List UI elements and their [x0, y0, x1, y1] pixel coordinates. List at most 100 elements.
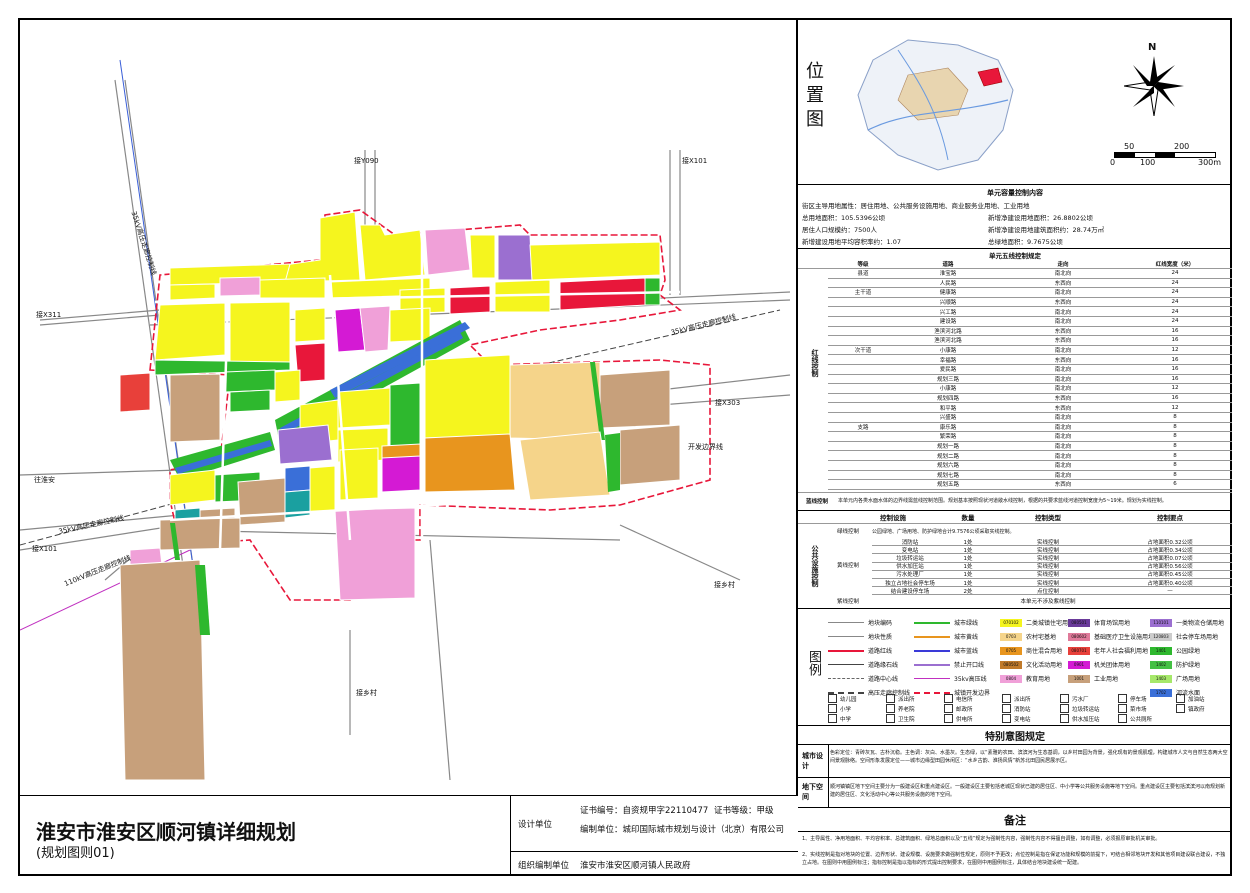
five-lines-cell-dir: 南北向 — [1054, 271, 1072, 278]
legend-line-item: 35kv高压线 — [914, 674, 987, 683]
legend-icon-item: 幼儿园 — [828, 694, 857, 703]
five-lines-cell-grade: 支路 — [857, 424, 869, 431]
capacity-title: 单元容量控制内容 — [987, 189, 1043, 197]
facility-section-label: 公共设施控制 — [811, 545, 819, 587]
legend-label: 公园绿地 — [1176, 648, 1201, 655]
facility-symbol-icon — [1002, 714, 1011, 723]
five-lines-row: 主干道 健康路 南北向 24 — [828, 288, 1232, 298]
planning-map[interactable]: 接Y090 接X101 接X311 接X303 往淮安 接X101 接乡村 接乡… — [20, 20, 798, 795]
legend-swatch: 1401 — [1150, 646, 1172, 655]
five-lines-cell-width: 24 — [1171, 308, 1179, 315]
facility-cell-type: 实线控制 — [1036, 580, 1059, 587]
five-lines-cell-dir: 南北向 — [1054, 386, 1072, 393]
five-lines-cell-grade — [838, 461, 888, 470]
five-lines-row: 人民路 东西向 24 — [828, 279, 1232, 289]
five-lines-cell-road: 渔滨河北路 — [934, 328, 962, 335]
five-lines-cell-dir: 南北向 — [1054, 290, 1072, 297]
legend-label: 养老院 — [898, 706, 915, 713]
legend-label: 教育用地 — [1026, 676, 1051, 683]
legend-landuse-item: 080701 老年人社会福利用地 — [1068, 646, 1148, 655]
org-label: 组织编制单位 — [518, 861, 570, 871]
legend-label: 电信所 — [956, 696, 973, 703]
five-lines-cell-road: 规划四路 — [936, 396, 959, 403]
legend-landuse-item: 1401 公园绿地 — [1150, 646, 1200, 655]
facility-symbol-icon — [1118, 704, 1127, 713]
legend-icon-item: 菜市场 — [1118, 704, 1147, 713]
five-lines-cell-dir: 南北向 — [1054, 472, 1072, 479]
five-lines-cell-dir: 东西向 — [1054, 405, 1072, 412]
facility-symbol-icon — [1002, 694, 1011, 703]
facility-symbol-icon — [1176, 704, 1185, 713]
facility-cell-note: 占地面积0.32公顷 — [1147, 539, 1193, 546]
legend-icon-item: 电信所 — [944, 694, 973, 703]
legend-icon-item: 加油站 — [1176, 694, 1205, 703]
legend-label: 道路中心线 — [868, 676, 899, 683]
five-lines-cell-dir: 东西向 — [1054, 338, 1072, 345]
five-lines-cell-road: 兴顺路 — [939, 300, 957, 307]
facility-symbol-icon — [1060, 694, 1069, 703]
legend-landuse-item: 080502 文化活动用地 — [1000, 660, 1062, 669]
five-lines-cell-road: 规划三路 — [936, 376, 959, 383]
compiler-unit: 编制单位：城印国际城市规划与设计（北京）有限公司 — [580, 825, 785, 835]
five-lines-cell-width: 8 — [1173, 433, 1177, 440]
legend-swatch: 1403 — [1150, 674, 1172, 683]
legend-label: 城市绿线 — [954, 620, 979, 627]
legend-line-swatch — [828, 649, 864, 652]
five-lines-row: 繁荣路 南北向 8 — [828, 432, 1232, 442]
five-lines-row: 规划五路 东西向 6 — [828, 480, 1232, 490]
five-lines-cell-dir: 南北向 — [1054, 415, 1072, 422]
facility-cell-name: 垃圾转运站 — [896, 555, 924, 562]
five-lines-cell-grade: 次干道 — [854, 348, 872, 355]
five-lines-cell-road: 小康路 — [939, 386, 957, 393]
five-lines-cell-road: 小康路 — [939, 348, 957, 355]
five-lines-cell-width: 16 — [1171, 327, 1179, 334]
note-2: 2、实线控制是指对地块的位置、边界形状、建设规模、设施要求做强制性规定，原则不予… — [802, 852, 1226, 866]
five-lines-cell-dir: 东西向 — [1054, 396, 1072, 403]
facility-cell-type: 点位控制 — [1036, 588, 1059, 595]
legend-icon-item: 公共厕所 — [1118, 714, 1152, 723]
legend-label: 垃圾转运站 — [1072, 706, 1100, 713]
legend-line-swatch — [828, 664, 864, 665]
five-lines-row: 建设路 南北向 24 — [828, 317, 1232, 327]
legend-swatch: 080502 — [1000, 660, 1022, 669]
yellow-line-label: 黄线控制 — [836, 563, 859, 569]
five-lines-cell-width: 8 — [1173, 452, 1177, 459]
five-lines-cell-grade — [838, 432, 888, 441]
capacity-population: 居住人口规模约：7500人 — [802, 226, 878, 234]
five-lines-row: 县道 淮宝路 南北向 24 — [828, 269, 1232, 279]
five-lines-row: 规划三路 南北向 16 — [828, 375, 1232, 385]
legend-line-item: 城市黄线 — [914, 632, 978, 641]
notes-title: 备注 — [1004, 814, 1026, 827]
scale-200: 200 — [1174, 142, 1190, 151]
city-design-label: 城市设计 — [802, 752, 823, 770]
legend-label: 道路缘石线 — [868, 662, 899, 669]
legend-line-swatch — [828, 678, 864, 679]
legend-label: 道路红线 — [868, 648, 893, 655]
five-lines-row: 兴工路 南北向 24 — [828, 307, 1232, 317]
legend-swatch: 1402 — [1150, 660, 1172, 669]
facility-row: 结合建设停车场 2处 点位控制 — — [872, 587, 1232, 596]
legend-landuse-item: 110101 一类物流仓储用地 — [1150, 618, 1224, 627]
control-panel: 位置图 N 50 200 0 100 300m 单元容量控制内容 街区主导用地属… — [798, 20, 1232, 876]
legend-label: 污水厂 — [1072, 696, 1089, 703]
facility-cell-qty: 1处 — [963, 580, 973, 587]
facility-symbol-icon — [886, 694, 895, 703]
five-lines-cell-width: 16 — [1171, 395, 1179, 402]
header-road: 道路 — [942, 261, 954, 268]
capacity-total-area: 总用地面积：105.5396公顷 — [802, 214, 886, 222]
five-lines-cell-grade — [838, 384, 888, 393]
legend-label: 35kv高压线 — [954, 676, 987, 683]
legend-swatch: 1702 — [1150, 688, 1172, 697]
capacity-table: 单元容量控制内容 街区主导用地属性：居住用地、公共服务设施用地、商业服务业用地、… — [798, 185, 1232, 249]
facility-row: 供水加压站 1处 实线控制 占地面积0.56公顷 — [872, 563, 1232, 571]
legend-line-item: 道路缘石线 — [828, 660, 898, 669]
legend-line-swatch — [914, 678, 950, 679]
five-lines-cell-grade — [838, 336, 888, 345]
facility-cell-note: 占地面积0.07公顷 — [1147, 555, 1193, 562]
five-lines-row: 支路 康乐路 南北向 8 — [828, 423, 1232, 433]
dev-boundary-label: 开发边界线 — [688, 443, 723, 451]
legend-line-item: 道路红线 — [828, 646, 892, 655]
five-lines-cell-road: 规划七路 — [936, 472, 959, 479]
facility-cell-type: 实线控制 — [1036, 555, 1059, 562]
five-lines-cell-grade — [838, 298, 888, 307]
